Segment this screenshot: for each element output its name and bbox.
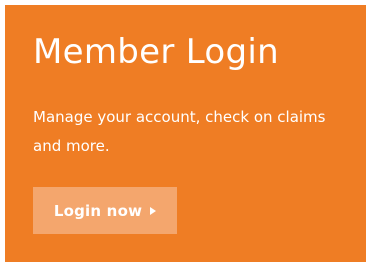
play-triangle-icon xyxy=(150,207,157,215)
member-login-card: Member Login Manage your account, check … xyxy=(5,5,366,262)
login-button-label: Login now xyxy=(53,201,143,220)
card-title: Member Login xyxy=(33,32,279,72)
card-description: Manage your account, check on claims and… xyxy=(33,108,326,155)
login-now-button[interactable]: Login now xyxy=(33,187,177,234)
page-frame: Member Login Manage your account, check … xyxy=(0,0,370,267)
